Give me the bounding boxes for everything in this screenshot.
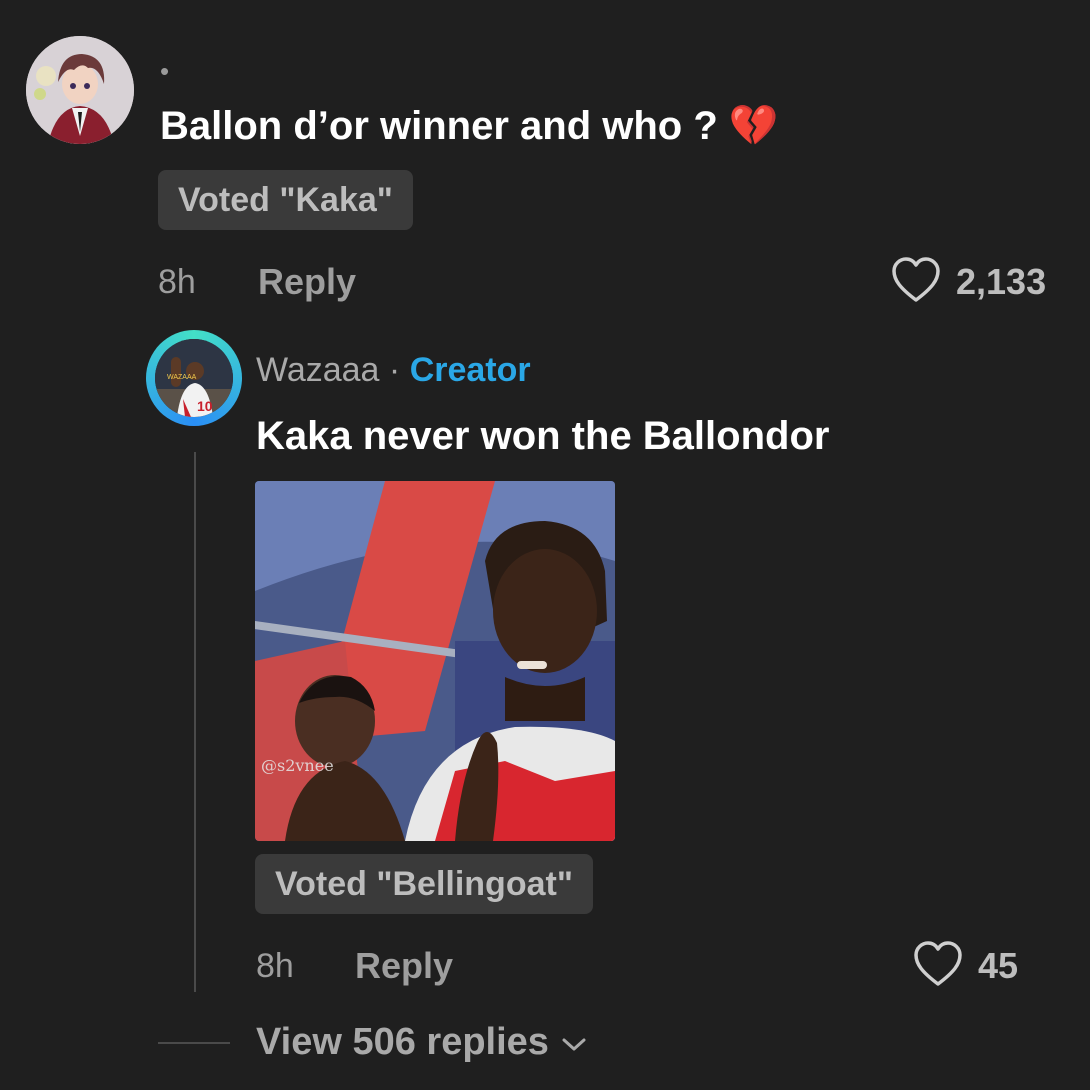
media-watermark: @s2vnee [261,756,334,775]
reply-media-image[interactable]: @s2vnee [255,481,615,841]
heart-outline-icon [892,257,940,302]
reply-username-line: Wazaaa · Creator [256,350,531,390]
like-count: 45 [978,945,1019,986]
view-replies-button[interactable]: View 506 replies [256,1020,588,1064]
chevron-down-icon [562,1038,586,1051]
reply-button[interactable]: Reply [355,946,453,986]
vote-badge: Voted "Kaka" [158,170,413,230]
comment-time: 8h [158,263,196,301]
like-button[interactable] [890,256,942,309]
like-count: 2,133 [956,261,1047,302]
like-button[interactable] [912,940,964,993]
video-thumbnail: @s2vnee [255,481,615,841]
anime-avatar-icon [26,36,134,144]
comment-text: Ballon d’or winner and who ? 💔 [160,100,779,152]
svg-text:10: 10 [197,398,213,414]
comment-username[interactable]: • [160,58,169,84]
username-separator: · [388,351,401,389]
avatar[interactable] [26,36,134,144]
creator-avatar[interactable]: WAZAAA 10 [155,339,233,417]
reply-button[interactable]: Reply [258,262,356,302]
creator-badge: Creator [409,351,531,389]
comment-text-body: Ballon d’or winner and who ? [160,104,718,148]
view-replies-line [158,1042,230,1044]
view-replies-label: View 506 replies [256,1021,549,1063]
thread-line [194,452,196,992]
footballer-avatar-icon: WAZAAA 10 [155,339,233,417]
avatar-name-text: WAZAAA [167,374,197,381]
reply-text: Kaka never won the Ballondor [256,414,830,458]
broken-heart-emoji: 💔 [728,104,779,148]
heart-outline-icon [914,941,962,986]
vote-badge: Voted "Bellingoat" [255,854,593,914]
reply-username[interactable]: Wazaaa [256,351,379,389]
reply-time: 8h [256,947,294,985]
